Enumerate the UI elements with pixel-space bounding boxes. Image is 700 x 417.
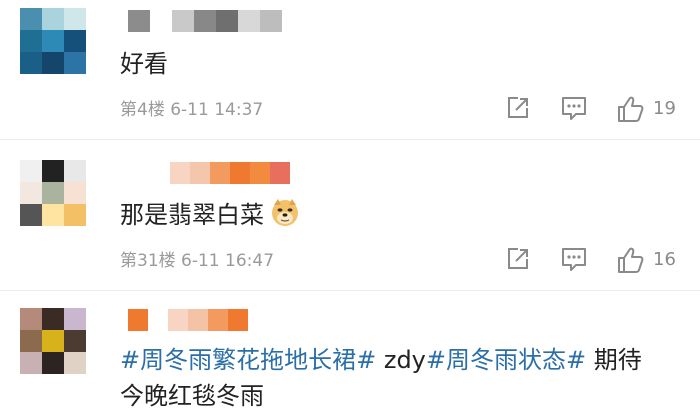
comment-actions: 16 bbox=[500, 246, 690, 276]
topic-link[interactable]: #周冬雨状态# bbox=[426, 346, 586, 374]
comment-item: #周冬雨繁花拖地长裙# zdy#周冬雨状态# 期待 今晚红毯冬雨 bbox=[0, 291, 700, 417]
comment-actions: 19 bbox=[500, 95, 690, 125]
topic-link[interactable]: #周冬雨繁花拖地长裙# bbox=[120, 346, 376, 374]
comment-text: #周冬雨繁花拖地长裙# zdy#周冬雨状态# 期待 bbox=[120, 342, 642, 378]
like-count: 19 bbox=[653, 98, 676, 119]
avatar[interactable] bbox=[20, 308, 86, 374]
comment-text-line2: 今晚红毯冬雨 bbox=[120, 382, 264, 410]
like-icon[interactable] bbox=[616, 246, 644, 274]
username-redacted[interactable] bbox=[170, 162, 290, 184]
floor-time: 第31楼 6-11 16:47 bbox=[120, 251, 275, 271]
comment-icon[interactable] bbox=[560, 95, 588, 121]
comment-text-segment: 期待 bbox=[586, 346, 642, 374]
like-count: 16 bbox=[653, 249, 676, 270]
comment-icon[interactable] bbox=[560, 246, 588, 272]
like-icon[interactable] bbox=[616, 95, 644, 123]
share-icon[interactable] bbox=[505, 95, 531, 121]
comment-text: 那是翡翠白菜 bbox=[120, 197, 300, 233]
comment-text-segment: zdy bbox=[376, 346, 426, 374]
comment-text: 好看 bbox=[120, 50, 168, 78]
comment-item: 那是翡翠白菜 第31楼 6-11 16:47 16 bbox=[0, 140, 700, 291]
username-redacted[interactable] bbox=[128, 309, 248, 331]
avatar[interactable] bbox=[20, 8, 86, 74]
comment-text-content: 那是翡翠白菜 bbox=[120, 201, 264, 229]
avatar[interactable] bbox=[20, 160, 86, 226]
doge-emoji-icon bbox=[272, 199, 298, 226]
comment-item: 好看 第4楼 6-11 14:37 19 bbox=[0, 0, 700, 140]
username-redacted[interactable] bbox=[128, 10, 282, 32]
share-icon[interactable] bbox=[505, 246, 531, 272]
floor-time: 第4楼 6-11 14:37 bbox=[120, 100, 264, 120]
